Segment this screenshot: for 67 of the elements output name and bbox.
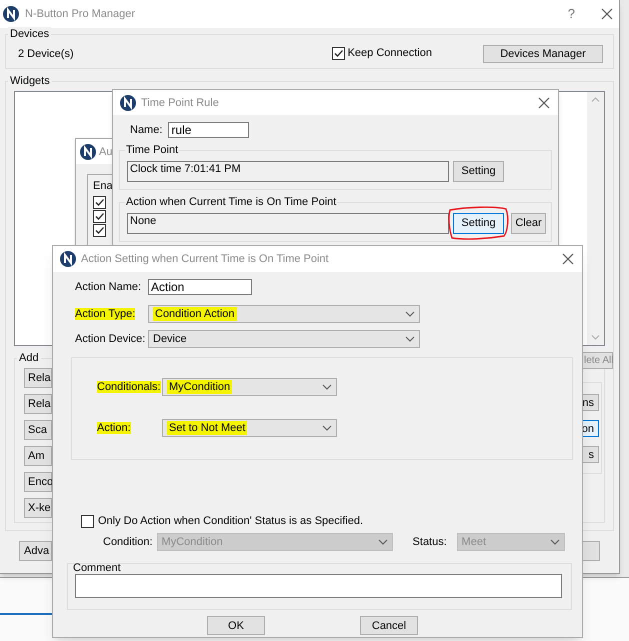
dropdown[interactable]: Condition Action bbox=[148, 305, 420, 323]
button[interactable]: Am bbox=[24, 446, 52, 466]
checkbox[interactable] bbox=[93, 210, 106, 223]
checkbox-label: Keep Connection bbox=[348, 46, 432, 60]
chevron-down-icon bbox=[322, 425, 332, 431]
close-icon bbox=[538, 96, 550, 108]
text-field[interactable]: rule bbox=[168, 122, 250, 138]
group-label: Comment bbox=[73, 561, 121, 575]
field-label: Action Type: bbox=[75, 308, 136, 320]
scrollbar[interactable] bbox=[587, 92, 604, 345]
field-label: Status: bbox=[412, 535, 448, 549]
button[interactable]: Clear bbox=[511, 212, 546, 234]
logo-icon bbox=[120, 94, 136, 110]
button[interactable]: Setting bbox=[453, 160, 504, 182]
text-field[interactable]: None bbox=[127, 212, 449, 234]
button[interactable]: Devices Manager bbox=[483, 45, 603, 63]
dropdown[interactable]: MyCondition bbox=[162, 378, 337, 396]
button[interactable]: X-ke bbox=[24, 498, 52, 518]
chevron-down-icon bbox=[322, 384, 332, 390]
checkbox-label: Only Do Action when Condition' Status is as Specified. bbox=[98, 514, 364, 528]
help-button[interactable]: ? bbox=[568, 7, 575, 21]
chevron-down-icon bbox=[405, 336, 415, 342]
check-icon bbox=[94, 211, 105, 222]
checkbox[interactable] bbox=[81, 514, 94, 528]
field-label: Action: bbox=[97, 422, 131, 434]
checkbox[interactable] bbox=[93, 196, 106, 209]
field-label: Action Name: bbox=[75, 280, 142, 294]
logo-icon bbox=[60, 251, 76, 267]
field-label: Conditionals: bbox=[97, 381, 161, 393]
button[interactable]: Rela bbox=[24, 394, 52, 414]
button[interactable]: Cancel bbox=[360, 616, 418, 635]
dropdown[interactable]: Device bbox=[148, 330, 420, 348]
field-label: Action Device: bbox=[75, 333, 146, 345]
logo-icon bbox=[3, 6, 19, 22]
dropdown[interactable]: Set to Not Meet bbox=[162, 419, 337, 437]
close-icon bbox=[562, 253, 574, 265]
button[interactable]: Rela bbox=[24, 368, 52, 388]
check-icon bbox=[94, 197, 105, 208]
logo-icon bbox=[80, 144, 96, 160]
text-field[interactable] bbox=[75, 574, 562, 598]
accent-line bbox=[0, 613, 52, 615]
field-label: Condition: bbox=[103, 535, 153, 549]
window-title: N-Button Pro Manager bbox=[25, 7, 136, 21]
chevron-down-icon bbox=[550, 539, 560, 545]
text-field[interactable]: Action bbox=[148, 279, 252, 295]
field-label: Name: bbox=[130, 123, 162, 137]
group-label: Widgets bbox=[8, 74, 52, 88]
window-title: Time Point Rule bbox=[141, 96, 219, 110]
text-field[interactable]: Clock time 7:01:41 PM bbox=[127, 160, 449, 182]
check-icon bbox=[332, 48, 344, 58]
chevron-down-icon bbox=[591, 335, 600, 340]
checkbox[interactable] bbox=[93, 224, 106, 237]
window-title: Action Setting when Current Time is On Time Point bbox=[81, 252, 329, 266]
button[interactable]: Adva bbox=[19, 541, 52, 561]
button[interactable]: Setting bbox=[453, 212, 504, 234]
chevron-down-icon bbox=[378, 539, 388, 545]
button[interactable]: Enco bbox=[24, 472, 52, 492]
column-header: Ena bbox=[93, 179, 114, 193]
chevron-down-icon bbox=[405, 311, 415, 317]
chevron-up-icon bbox=[591, 97, 600, 102]
window-title: Au bbox=[99, 144, 112, 158]
check-icon bbox=[94, 225, 105, 236]
device-count: 2 Device(s) bbox=[18, 46, 74, 60]
checkbox[interactable] bbox=[332, 46, 345, 60]
button[interactable]: Sca bbox=[24, 420, 52, 440]
button[interactable]: OK bbox=[207, 616, 265, 635]
close-icon bbox=[601, 8, 613, 20]
